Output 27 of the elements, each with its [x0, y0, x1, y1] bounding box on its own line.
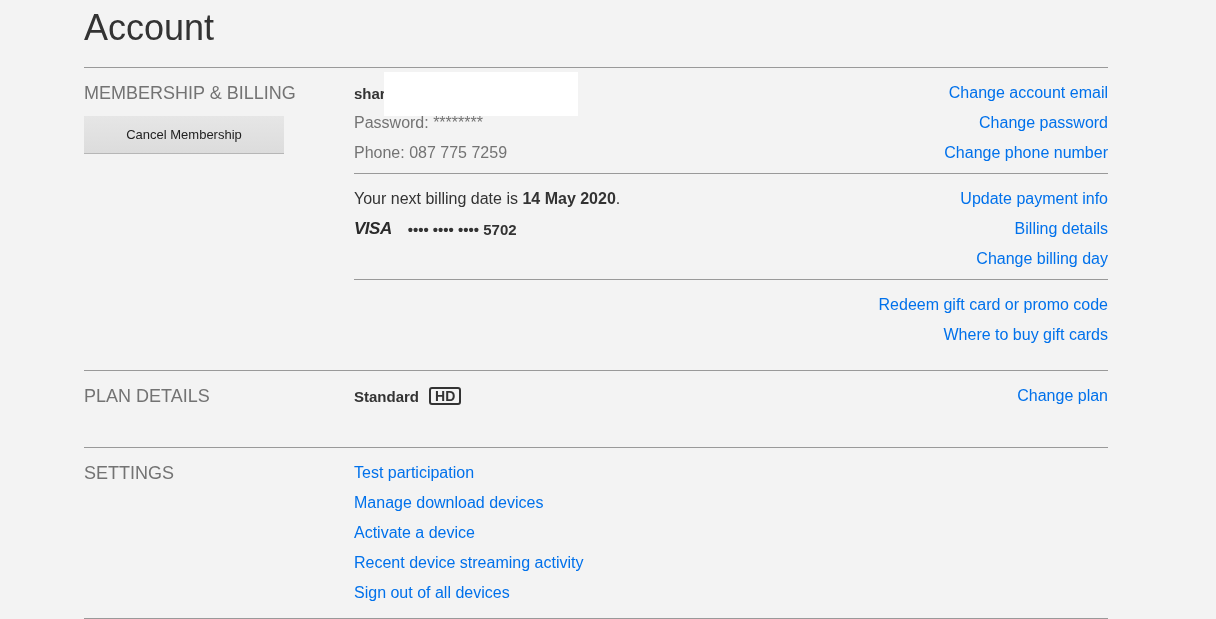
cancel-membership-button[interactable]: Cancel Membership: [84, 116, 284, 153]
email-text: shar: [354, 84, 386, 102]
account-action-link[interactable]: Billing details: [1014, 220, 1108, 238]
account-action-link[interactable]: Redeem gift card or promo code: [878, 296, 1108, 314]
settings-link[interactable]: Recent device streaming activity: [354, 554, 584, 572]
card-number-text: •••• •••• •••• 5702: [407, 220, 517, 238]
password-text: Password: ********: [354, 114, 483, 132]
page-title: Account: [84, 6, 216, 50]
billing-date-text: Your next billing date is 14 May 2020.: [354, 190, 621, 208]
settings-link[interactable]: Test participation: [354, 464, 475, 482]
plan-action-link[interactable]: Change plan: [1017, 387, 1108, 405]
section-heading: PLAN DETAILS: [84, 385, 210, 408]
phone-text: Phone: 087 775 7259: [354, 144, 508, 162]
section-heading: SETTINGS: [84, 462, 174, 485]
section-heading: MEMBERSHIP & BILLING: [84, 82, 296, 105]
account-action-link[interactable]: Change billing day: [976, 250, 1108, 268]
account-action-link[interactable]: Where to buy gift cards: [943, 326, 1108, 344]
account-action-link[interactable]: Change password: [979, 114, 1108, 132]
plan-name-text: Standard: [354, 387, 419, 405]
hd-badge: HD: [429, 387, 462, 405]
settings-link[interactable]: Sign out of all devices: [354, 584, 510, 602]
card-brand-logo: VISA: [354, 219, 392, 239]
account-action-link[interactable]: Change phone number: [944, 144, 1108, 162]
account-action-link[interactable]: Change account email: [948, 84, 1108, 102]
settings-link[interactable]: Manage download devices: [354, 494, 544, 512]
account-action-link[interactable]: Update payment info: [960, 190, 1108, 208]
settings-link[interactable]: Activate a device: [354, 524, 475, 542]
